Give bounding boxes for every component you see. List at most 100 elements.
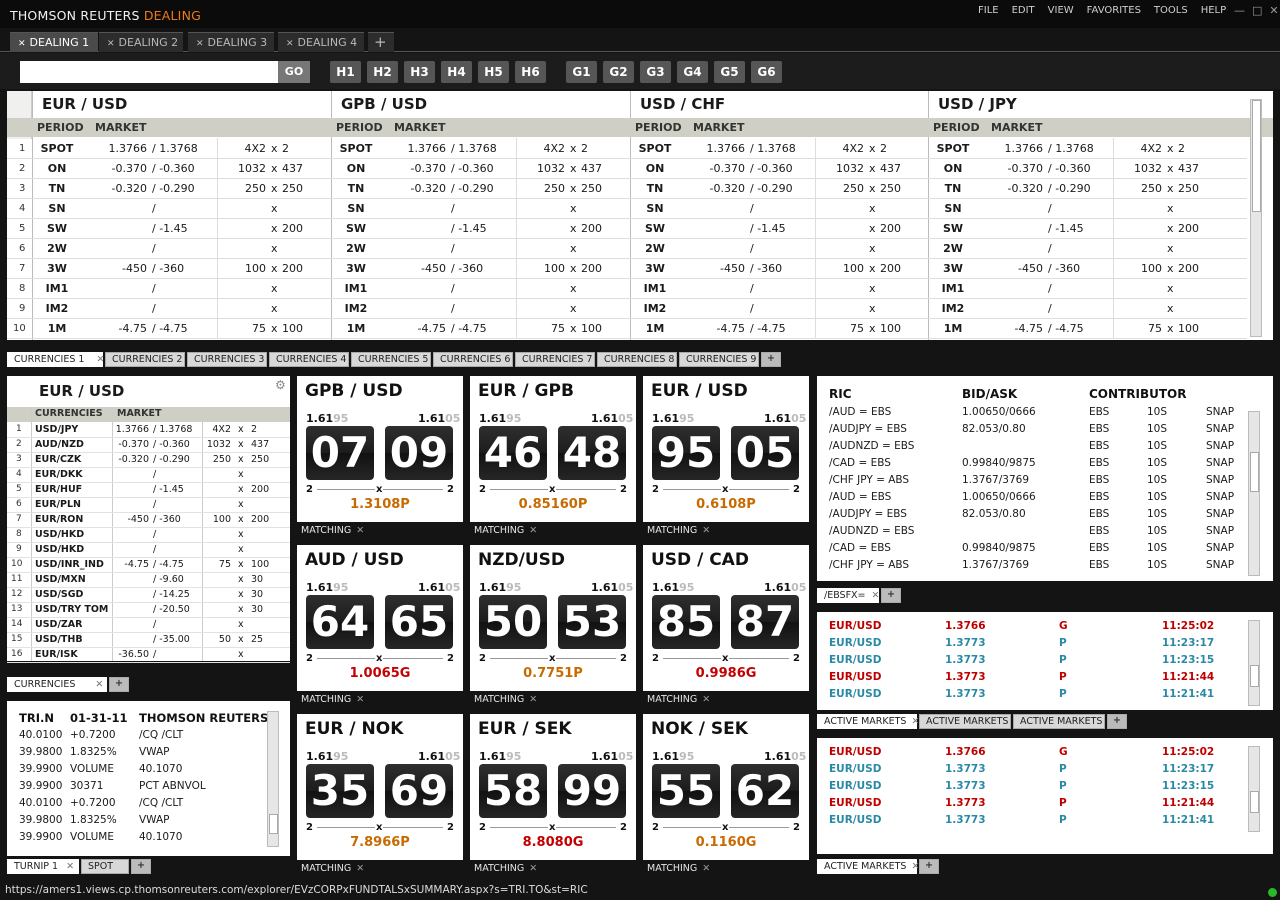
ask-value[interactable]: / [750, 202, 810, 215]
ask-value[interactable]: / 1.3768 [750, 142, 810, 155]
currency-label[interactable]: USD/MXN [35, 574, 86, 585]
tab-currencies-9[interactable]: CURRENCIES 9 [679, 352, 759, 367]
tab-currencies-7[interactable]: CURRENCIES 7 [515, 352, 595, 367]
tab-dealing-3[interactable]: ✕ DEALING 3 [188, 32, 274, 52]
bid-value[interactable]: 1.3766 [92, 142, 148, 155]
close-icon[interactable]: ✕ [356, 525, 364, 536]
bid-value[interactable]: -0.320 [690, 182, 745, 195]
fx-trade-tile[interactable]: EUR / SEK 1.6195 1.6105 58 99 2 x 2 8.8080G [470, 714, 636, 860]
menu-item-help[interactable]: HELP [1201, 5, 1226, 16]
sell-pips-button[interactable]: 55 [652, 764, 720, 818]
ask-value[interactable]: / [451, 282, 511, 295]
hotkey-button-h6[interactable]: H6 [515, 61, 546, 83]
bid-value[interactable]: -4.75 [115, 559, 149, 570]
close-icon[interactable]: ✕ [529, 694, 537, 705]
vertical-scrollbar[interactable] [1248, 746, 1260, 832]
sell-pips-button[interactable]: 64 [306, 595, 374, 649]
bid-value[interactable]: -450 [92, 262, 147, 275]
currency-label[interactable]: AUD/NZD [35, 439, 84, 450]
sell-pips-button[interactable]: 58 [479, 764, 547, 818]
ask-value[interactable]: / 1.3768 [153, 424, 192, 435]
bid-value[interactable]: -0.320 [988, 182, 1043, 195]
ask-value[interactable]: / -360 [451, 262, 511, 275]
close-icon[interactable]: ✕ [529, 863, 537, 874]
bid-value[interactable]: -450 [690, 262, 745, 275]
maximize-icon[interactable]: □ [1252, 4, 1262, 17]
vertical-scrollbar[interactable] [267, 711, 279, 847]
currency-label[interactable]: EUR/DKK [35, 469, 83, 480]
bid-value[interactable]: -4.75 [391, 322, 446, 335]
matching-tab[interactable]: MATCHING ✕ [474, 861, 554, 877]
ask-value[interactable]: / [1048, 282, 1108, 295]
buy-pips-button[interactable]: 99 [558, 764, 626, 818]
tab-currencies-6[interactable]: CURRENCIES 6 [433, 352, 513, 367]
sell-pips-button[interactable]: 50 [479, 595, 547, 649]
ric-field[interactable]: /CAD = EBS [829, 542, 891, 554]
currency-label[interactable]: USD/ZAR [35, 619, 82, 630]
ask-value[interactable]: / -360 [153, 514, 181, 525]
tab-dealing-1[interactable]: ✕ DEALING 1 [10, 32, 98, 52]
menu-item-file[interactable]: FILE [978, 5, 999, 16]
hotkey-button-h4[interactable]: H4 [441, 61, 472, 83]
ask-value[interactable]: / -4.75 [451, 322, 511, 335]
ask-value[interactable]: / [750, 302, 810, 315]
currency-label[interactable]: USD/HKD [35, 544, 84, 555]
active-market-pair[interactable]: EUR/USD [829, 797, 881, 809]
group-button-g4[interactable]: G4 [677, 61, 708, 83]
close-icon[interactable]: ✕ [95, 679, 103, 690]
ask-value[interactable]: / [750, 282, 810, 295]
ask-value[interactable]: / 1.3768 [451, 142, 511, 155]
add-tab-button[interactable]: + [1107, 714, 1127, 729]
ric-field[interactable]: /AUDNZD = EBS [829, 440, 914, 452]
sell-pips-button[interactable]: 07 [306, 426, 374, 480]
ask-value[interactable]: / -0.360 [750, 162, 810, 175]
tab-ebsfx[interactable]: /EBSFX= ✕ [817, 588, 880, 603]
hotkey-button-h2[interactable]: H2 [367, 61, 398, 83]
ask-value[interactable]: / -1.45 [153, 484, 184, 495]
fx-trade-tile[interactable]: GPB / USD 1.6195 1.6105 07 09 2 x 2 1.3108P [297, 376, 463, 522]
close-icon[interactable]: ✕ [702, 694, 710, 705]
ric-field[interactable]: /AUDJPY = EBS [829, 423, 907, 435]
ask-value[interactable]: / [152, 302, 212, 315]
fx-trade-tile[interactable]: EUR / USD 1.6195 1.6105 95 05 2 x 2 0.6108P [643, 376, 809, 522]
ask-value[interactable]: / -1.45 [1048, 222, 1108, 235]
ask-value[interactable]: / [153, 499, 156, 510]
minimize-icon[interactable]: — [1234, 4, 1245, 17]
ask-value[interactable]: / [1048, 302, 1108, 315]
ask-value[interactable]: / -0.360 [153, 439, 190, 450]
vertical-scrollbar[interactable] [1248, 620, 1260, 706]
ask-value[interactable]: / -0.360 [451, 162, 511, 175]
ask-value[interactable]: / [451, 302, 511, 315]
scrollbar-thumb[interactable] [1250, 791, 1259, 813]
sell-pips-button[interactable]: 35 [306, 764, 374, 818]
ask-value[interactable]: / -4.75 [153, 559, 184, 570]
add-tab-button[interactable]: + [919, 859, 939, 874]
tab-currencies[interactable]: CURRENCIES ✕ [7, 677, 107, 692]
matching-tab[interactable]: MATCHING ✕ [647, 523, 727, 539]
ask-value[interactable]: / [1048, 202, 1108, 215]
hotkey-button-h1[interactable]: H1 [330, 61, 361, 83]
tab-currencies-3[interactable]: CURRENCIES 3 [187, 352, 267, 367]
bid-value[interactable]: -4.75 [92, 322, 147, 335]
ask-value[interactable]: / 1.3768 [1048, 142, 1108, 155]
ask-value[interactable]: / [152, 282, 212, 295]
bid-value[interactable]: 1.3766 [115, 424, 149, 435]
group-button-g6[interactable]: G6 [751, 61, 782, 83]
ask-value[interactable]: / [152, 242, 212, 255]
tab-currencies-8[interactable]: CURRENCIES 8 [597, 352, 677, 367]
ask-value[interactable]: / -0.290 [750, 182, 810, 195]
menu-item-edit[interactable]: EDIT [1012, 5, 1035, 16]
close-icon[interactable]: ✕ [702, 525, 710, 536]
ric-field[interactable]: /CHF JPY = ABS [829, 559, 909, 571]
close-icon[interactable]: ✕ [356, 694, 364, 705]
close-icon[interactable]: ✕ [356, 863, 364, 874]
ask-value[interactable]: / [451, 202, 511, 215]
bid-value[interactable]: -0.370 [115, 439, 149, 450]
tab-active-markets[interactable]: ACTIVE MARKETS ✕ [817, 714, 919, 729]
scrollbar-thumb[interactable] [1250, 665, 1259, 687]
close-icon[interactable]: ✕ [96, 354, 104, 365]
close-icon[interactable]: ✕ [872, 590, 880, 601]
ask-value[interactable]: / [153, 544, 156, 555]
ask-value[interactable]: / [153, 469, 156, 480]
tab-active-markets[interactable]: ACTIVE MARKETS [919, 714, 1011, 729]
